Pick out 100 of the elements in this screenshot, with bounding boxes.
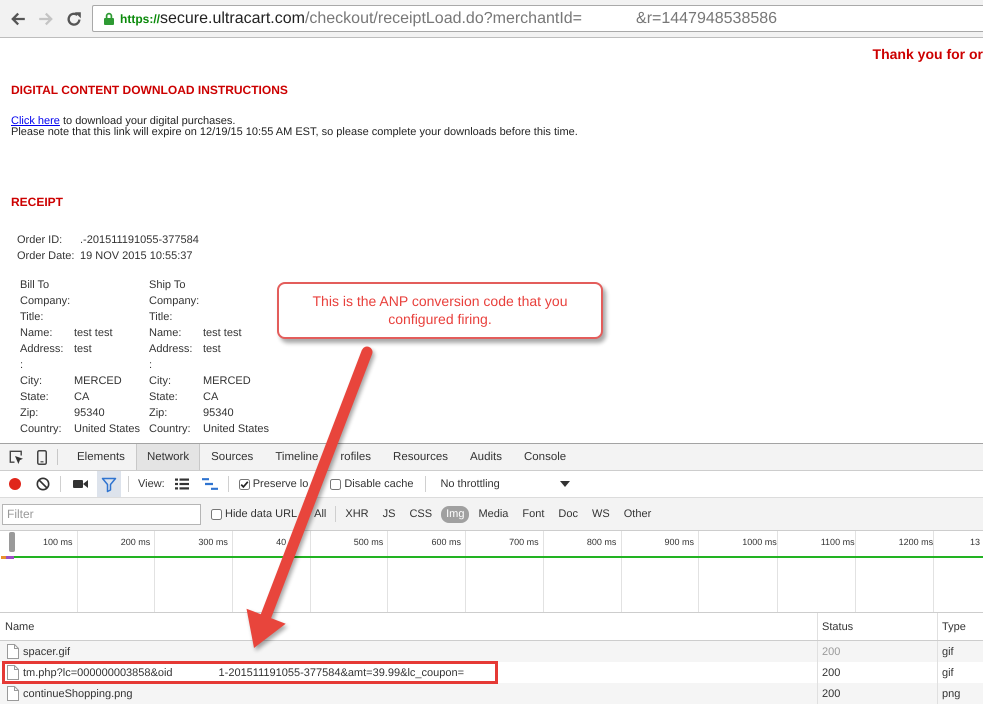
- column-header[interactable]: Name: [5, 620, 34, 632]
- thank-you-heading: Thank you for or: [872, 46, 983, 62]
- file-icon: [7, 644, 19, 659]
- url-text: https://secure.ultracart.com/checkout/receiptLoad.do?merchantId=: [120, 8, 582, 28]
- file-icon: [7, 665, 19, 680]
- field-label: Zip:: [20, 406, 38, 421]
- file-type: png: [942, 688, 960, 700]
- devtools-tab[interactable]: rofiles: [329, 444, 382, 470]
- field-value: MERCED: [203, 374, 251, 389]
- field-value: test: [74, 342, 92, 357]
- checkbox[interactable]: [211, 508, 222, 520]
- view-label: View:: [138, 478, 165, 490]
- file-name[interactable]: spacer.gif: [23, 646, 70, 658]
- field-value: 95340: [203, 406, 234, 421]
- time-tick-label: 1100 ms: [820, 537, 855, 547]
- url-text: &r=1447948538586: [636, 8, 778, 28]
- status-code: 200: [822, 688, 840, 700]
- click-here-link[interactable]: Click here: [11, 115, 60, 127]
- time-tick-label: 600 ms: [431, 537, 461, 547]
- back-arrow-icon[interactable]: [10, 10, 26, 26]
- checkbox-label: Disable cache: [344, 478, 414, 490]
- field-label: Company:: [20, 294, 70, 309]
- download-text: Click here to download your digital purchases.: [11, 116, 236, 127]
- field-label: Address:: [20, 342, 64, 357]
- time-tick-label: 900 ms: [664, 537, 694, 547]
- field-value: CA: [74, 390, 90, 405]
- field-value: test: [203, 342, 221, 357]
- time-tick-label: 300 ms: [198, 537, 228, 547]
- type-filter[interactable]: JS: [378, 506, 400, 522]
- range-handle[interactable]: [9, 532, 15, 552]
- activity-marker: [1, 556, 14, 559]
- field-label: :: [149, 358, 152, 373]
- type-filter[interactable]: Doc: [553, 506, 583, 522]
- field-label: Country:: [20, 422, 62, 437]
- field-value: 95340: [74, 406, 105, 421]
- field-value: .-201511191055-377584: [80, 233, 199, 248]
- file-name[interactable]: 1-201511191055-377584&amt=39.99&lc_coupon=: [218, 666, 464, 678]
- checkbox-label: Hide data URL: [225, 508, 298, 520]
- caret-icon: [560, 481, 570, 487]
- type-filter[interactable]: WS: [586, 506, 615, 522]
- time-tick-label: 700 ms: [509, 537, 539, 547]
- section-heading: RECEIPT: [11, 195, 64, 209]
- callout-note: This is the ANP conversion code that you configured firing.: [277, 282, 603, 339]
- field-value: United States: [203, 422, 270, 437]
- time-tick-label: 800 ms: [586, 537, 616, 547]
- record-icon[interactable]: [8, 477, 22, 491]
- field-label: State:: [20, 390, 49, 405]
- devtools-tab[interactable]: Sources: [200, 444, 264, 470]
- field-value: MERCED: [74, 374, 122, 389]
- address-bar[interactable]: https://secure.ultracart.com/checkout/receiptLoad.do?merchantId= &r=1447948538586: [92, 5, 983, 32]
- devtools-tab[interactable]: Network: [136, 444, 200, 470]
- checkbox[interactable]: [330, 478, 342, 490]
- devtools-tab[interactable]: Timeline: [264, 444, 330, 470]
- address-heading: Ship To: [149, 278, 186, 293]
- column-header[interactable]: Status: [822, 620, 854, 632]
- file-name[interactable]: tm.php?lc=000000003858&oid: [23, 666, 173, 678]
- status-code: 200: [822, 646, 840, 658]
- type-filter[interactable]: CSS: [404, 506, 438, 522]
- section-heading: DIGITAL CONTENT DOWNLOAD INSTRUCTIONS: [11, 83, 288, 97]
- type-filter[interactable]: Media: [473, 506, 514, 522]
- time-tick-label: 13: [970, 537, 980, 547]
- field-label: Address:: [149, 342, 192, 357]
- column-header[interactable]: Type: [942, 620, 966, 632]
- field-value: test test: [203, 326, 242, 341]
- expiry-note: Please note that this link will expire on 12/19/15 10:55 AM EST, so please complete your downloads before this time.: [11, 127, 578, 138]
- table-row[interactable]: continueShopping.png 200 png: [0, 683, 983, 704]
- type-filter[interactable]: Other: [618, 506, 656, 522]
- list-icon[interactable]: [174, 478, 189, 490]
- field-label: Order Date:: [17, 249, 74, 264]
- file-type: gif: [942, 646, 954, 658]
- field-label: Title:: [20, 310, 44, 325]
- time-tick-label: 40: [276, 537, 286, 547]
- phone-icon[interactable]: [37, 450, 47, 464]
- devtools-tab[interactable]: Resources: [382, 444, 459, 470]
- waterfall-icon[interactable]: [202, 478, 218, 490]
- type-filter[interactable]: XHR: [340, 506, 374, 522]
- status-code: 200: [822, 666, 840, 678]
- throttling-dropdown[interactable]: No throttling: [436, 474, 576, 494]
- video-camera-icon[interactable]: [73, 479, 88, 489]
- field-value: 19 NOV 2015 10:55:37: [80, 249, 193, 264]
- devtools-tab[interactable]: Console: [512, 444, 578, 470]
- circle-slash-icon[interactable]: [36, 477, 50, 491]
- field-label: Zip:: [149, 406, 168, 421]
- checkbox[interactable]: [238, 478, 250, 490]
- field-value: United States: [74, 422, 140, 437]
- funnel-icon[interactable]: [97, 471, 121, 497]
- cursor-select-icon[interactable]: [9, 450, 23, 464]
- filter-field[interactable]: Filter: [2, 504, 201, 524]
- devtools-tab[interactable]: Elements: [66, 444, 136, 470]
- type-filter[interactable]: Font: [517, 506, 550, 522]
- file-icon: [7, 686, 19, 701]
- table-row[interactable]: spacer.gif 200 gif: [0, 641, 983, 662]
- field-value: test test: [74, 326, 113, 341]
- file-name[interactable]: continueShopping.png: [23, 688, 132, 700]
- time-tick-label: 500 ms: [354, 537, 384, 547]
- field-label: Country:: [149, 422, 191, 437]
- devtools-tab[interactable]: Audits: [459, 444, 513, 470]
- field-label: City:: [149, 374, 171, 389]
- reload-icon[interactable]: [66, 10, 82, 26]
- type-filter[interactable]: All: [309, 506, 332, 522]
